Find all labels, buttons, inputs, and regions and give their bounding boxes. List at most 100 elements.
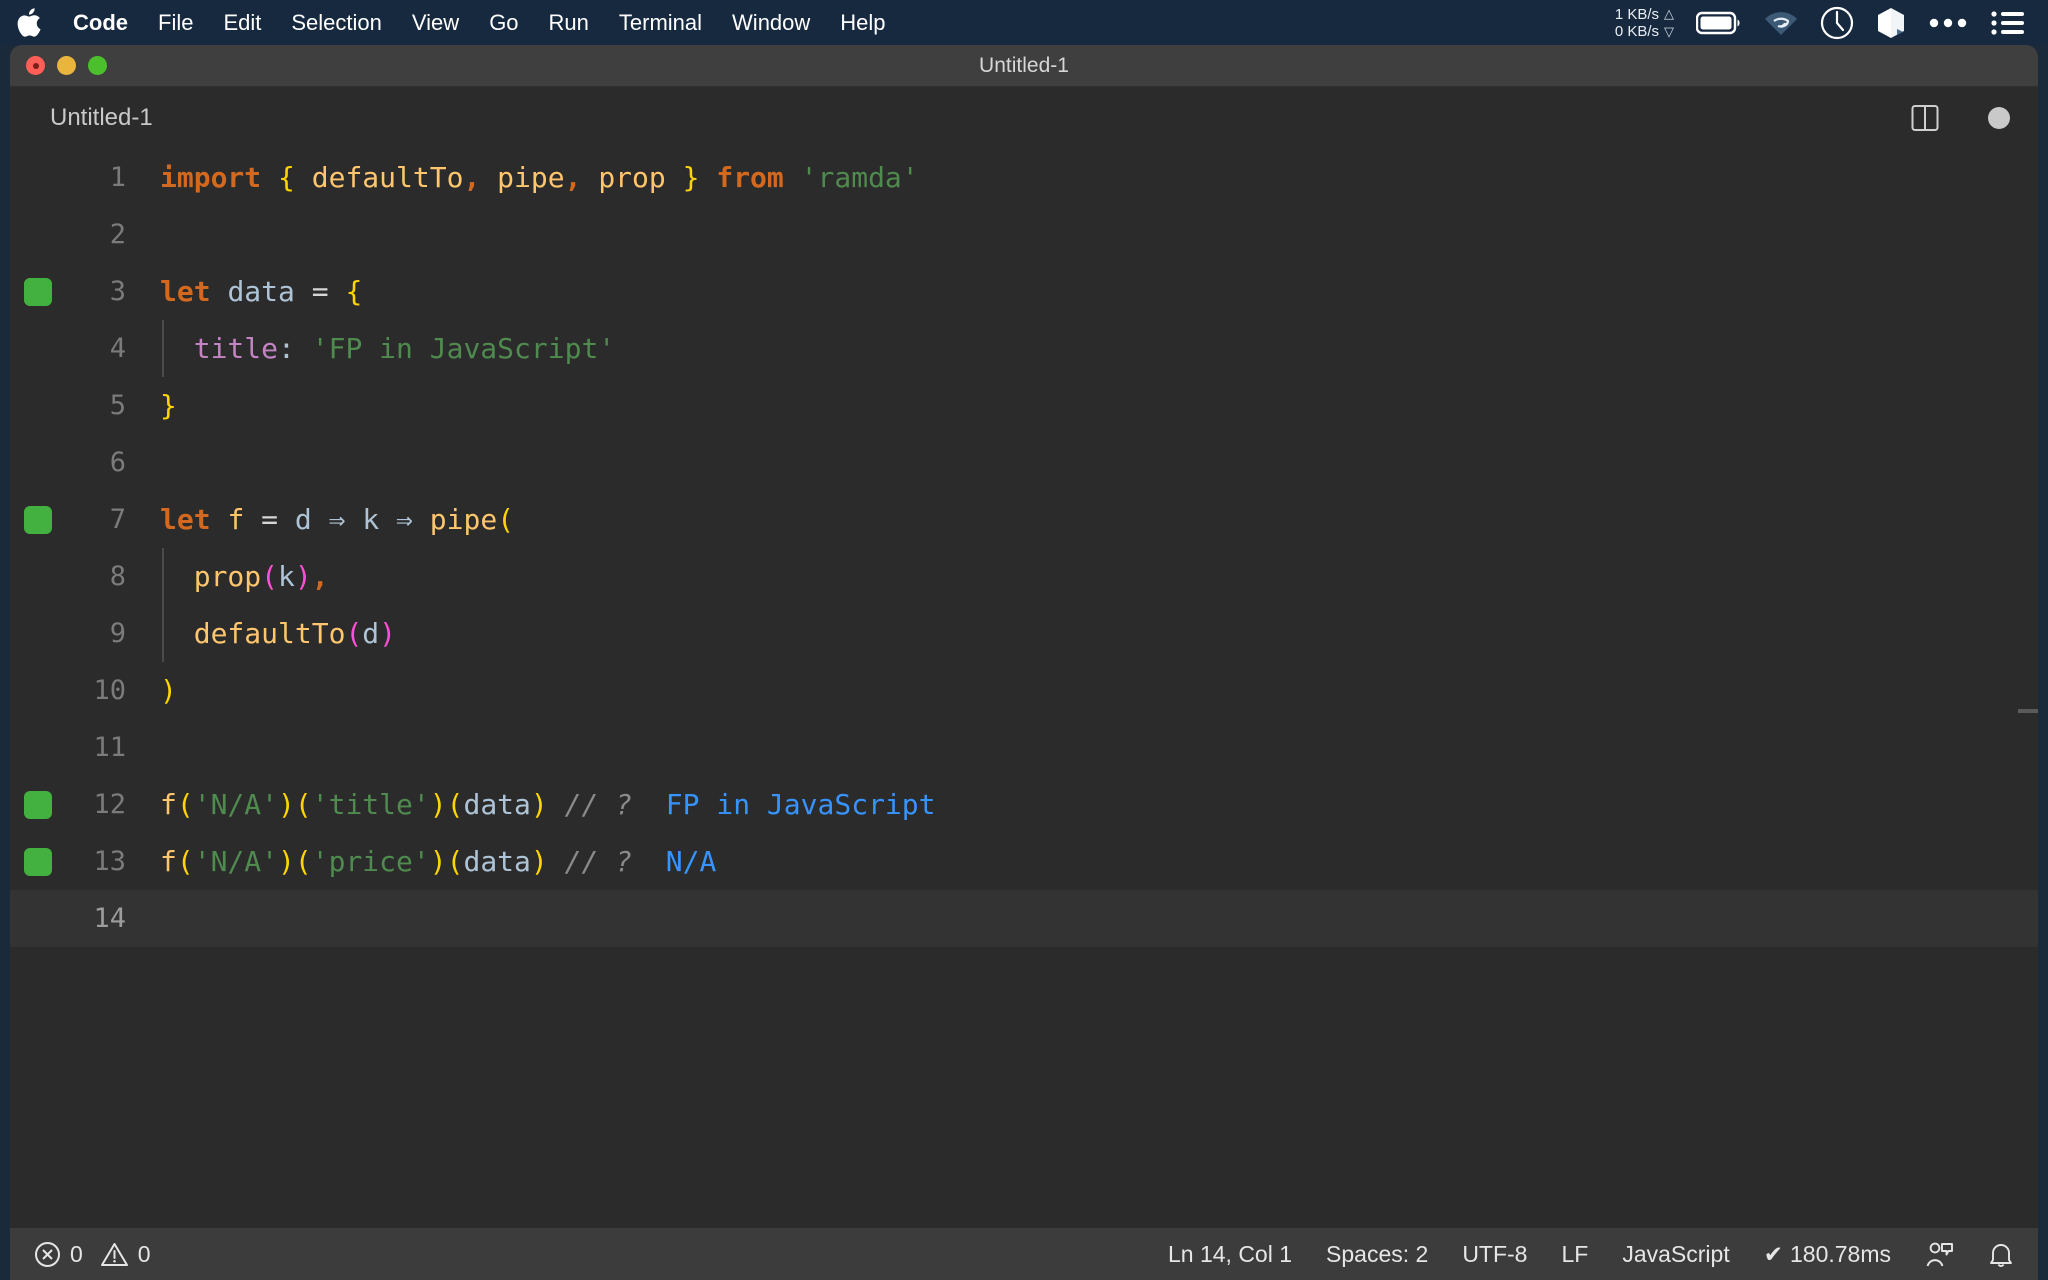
- window-title: Untitled-1: [979, 53, 1069, 77]
- maximize-button[interactable]: [88, 56, 107, 75]
- line-content[interactable]: ): [160, 674, 177, 707]
- code-line[interactable]: 11: [10, 719, 2038, 776]
- line-gutter[interactable]: 9: [10, 618, 160, 649]
- code-line[interactable]: 14: [10, 890, 2038, 947]
- code-token: (: [497, 503, 515, 536]
- code-line[interactable]: 8 prop(k),: [10, 548, 2038, 605]
- code-token: title: [193, 332, 279, 365]
- code-line[interactable]: 9 defaultTo(d): [10, 605, 2038, 662]
- line-content[interactable]: prop(k),: [160, 560, 329, 593]
- line-gutter[interactable]: 2: [10, 219, 160, 250]
- line-number: 8: [109, 561, 126, 592]
- indentation-setting[interactable]: Spaces: 2: [1326, 1241, 1428, 1268]
- line-gutter[interactable]: 10: [10, 675, 160, 706]
- error-count: 0: [70, 1240, 83, 1267]
- menu-item-run[interactable]: Run: [534, 0, 604, 45]
- clock-icon[interactable]: [1820, 6, 1854, 40]
- tab-untitled-1[interactable]: Untitled-1: [50, 104, 153, 132]
- language-mode[interactable]: JavaScript: [1622, 1241, 1729, 1268]
- code-token: d: [294, 503, 312, 536]
- coverage-indicator[interactable]: [24, 790, 52, 819]
- feedback-icon[interactable]: [1925, 1240, 1954, 1269]
- menu-item-edit[interactable]: Edit: [208, 0, 276, 45]
- code-token: (: [176, 845, 194, 878]
- line-content[interactable]: }: [160, 389, 177, 422]
- close-button[interactable]: [26, 56, 45, 75]
- bell-icon[interactable]: [1988, 1240, 2014, 1269]
- line-gutter[interactable]: 7: [10, 504, 160, 535]
- code-line[interactable]: 5}: [10, 377, 2038, 434]
- line-content[interactable]: title: 'FP in JavaScript': [160, 332, 615, 365]
- line-gutter[interactable]: 12: [10, 789, 160, 820]
- code-line[interactable]: 12 f('N/A')('title')(data) // ? FP in Jav…: [10, 776, 2038, 833]
- code-token: (: [446, 845, 464, 878]
- editor-scrollbar[interactable]: [2018, 709, 2038, 713]
- menu-item-code[interactable]: Code: [58, 0, 143, 45]
- line-gutter[interactable]: 13: [10, 846, 160, 877]
- quokka-status[interactable]: ✔ 180.78ms: [1764, 1241, 1891, 1268]
- warning-count: 0: [137, 1240, 151, 1267]
- line-gutter[interactable]: 14: [10, 903, 160, 934]
- line-gutter[interactable]: 6: [10, 447, 160, 478]
- dropbox-icon[interactable]: [1876, 6, 1906, 40]
- line-number: 5: [109, 390, 126, 421]
- line-content[interactable]: f('N/A')('price')(data) // ? N/A: [160, 845, 716, 878]
- line-gutter[interactable]: 11: [10, 732, 160, 763]
- menu-item-window[interactable]: Window: [717, 0, 825, 45]
- line-gutter[interactable]: 4: [10, 333, 160, 364]
- code-line[interactable]: 2: [10, 206, 2038, 263]
- status-bar-right: Ln 14, Col 1 Spaces: 2 UTF-8 LF JavaScri…: [1168, 1240, 2014, 1269]
- encoding-setting[interactable]: UTF-8: [1462, 1241, 1527, 1268]
- code-token: ⇒: [396, 503, 413, 536]
- menu-item-terminal[interactable]: Terminal: [604, 0, 717, 45]
- code-line[interactable]: 6: [10, 434, 2038, 491]
- line-content[interactable]: f('N/A')('title')(data) // ? FP in JavaS…: [160, 788, 936, 821]
- battery-icon[interactable]: [1696, 11, 1742, 35]
- control-center-icon[interactable]: [1990, 10, 2024, 36]
- code-token: from: [716, 161, 784, 194]
- code-line[interactable]: 1 import { defaultTo, pipe, prop } from '…: [10, 149, 2038, 206]
- warning-icon: [100, 1242, 128, 1266]
- split-editor-icon[interactable]: [1910, 103, 1940, 133]
- line-gutter[interactable]: 1: [10, 162, 160, 193]
- menu-item-go[interactable]: Go: [474, 0, 533, 45]
- apple-logo-icon[interactable]: [14, 7, 44, 38]
- code-line[interactable]: 3 let data = {: [10, 263, 2038, 320]
- menu-item-view[interactable]: View: [397, 0, 474, 45]
- menu-item-help[interactable]: Help: [825, 0, 900, 45]
- minimize-button[interactable]: [57, 56, 76, 75]
- eol-setting[interactable]: LF: [1561, 1241, 1588, 1268]
- code-token: ): [429, 788, 447, 821]
- code-line[interactable]: 10): [10, 662, 2038, 719]
- coverage-indicator[interactable]: [24, 277, 52, 306]
- network-speed-indicator[interactable]: 1 KB/s 0 KB/s △ ▽: [1615, 5, 1674, 40]
- unsaved-dot-icon[interactable]: [1986, 105, 2012, 131]
- problems-indicator[interactable]: 0 0: [34, 1241, 151, 1268]
- coverage-indicator[interactable]: [24, 505, 52, 534]
- line-gutter[interactable]: 5: [10, 390, 160, 421]
- coverage-indicator[interactable]: [24, 847, 52, 876]
- line-content[interactable]: let data = {: [160, 275, 362, 308]
- line-gutter[interactable]: 3: [10, 276, 160, 307]
- line-gutter[interactable]: 8: [10, 561, 160, 592]
- code-line[interactable]: 7 let f = d ⇒ k ⇒ pipe(: [10, 491, 2038, 548]
- code-token: {: [345, 275, 363, 308]
- code-editor[interactable]: 1 import { defaultTo, pipe, prop } from '…: [10, 149, 2038, 1159]
- menu-item-file[interactable]: File: [143, 0, 208, 45]
- wifi-icon[interactable]: [1764, 10, 1798, 36]
- line-content[interactable]: defaultTo(d): [160, 617, 396, 650]
- code-line[interactable]: 13 f('N/A')('price')(data) // ? N/A: [10, 833, 2038, 890]
- cursor-position[interactable]: Ln 14, Col 1: [1168, 1241, 1292, 1268]
- code-line[interactable]: 4 title: 'FP in JavaScript': [10, 320, 2038, 377]
- line-number: 2: [109, 219, 126, 250]
- line-content[interactable]: let f = d ⇒ k ⇒ pipe(: [160, 503, 514, 536]
- code-token: (: [294, 788, 312, 821]
- line-content[interactable]: import { defaultTo, pipe, prop } from 'r…: [160, 161, 919, 194]
- more-icon[interactable]: [1928, 17, 1968, 29]
- menu-item-selection[interactable]: Selection: [276, 0, 397, 45]
- quokka-time: 180.78ms: [1789, 1240, 1891, 1267]
- code-token: ,: [311, 560, 329, 593]
